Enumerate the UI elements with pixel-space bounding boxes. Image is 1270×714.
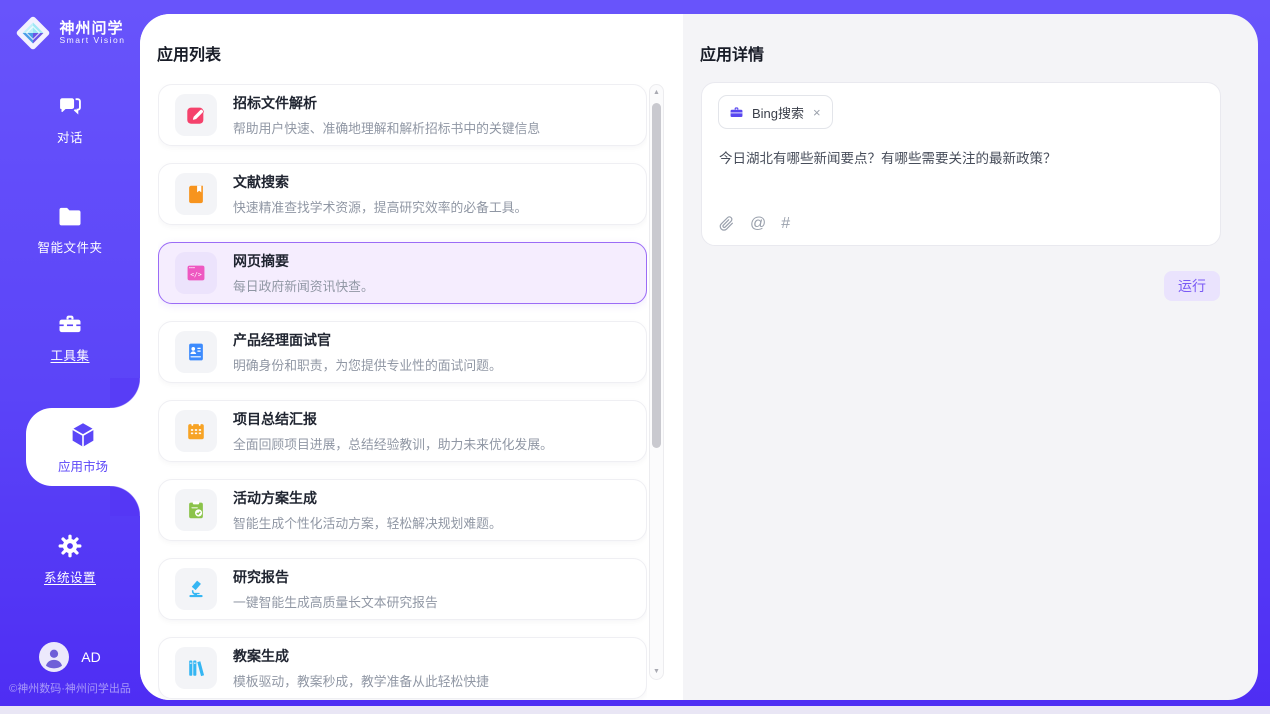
chat-icon	[56, 92, 84, 120]
app-list-title: 应用列表	[157, 41, 221, 65]
book-icon	[175, 173, 217, 215]
run-button[interactable]: 运行	[1164, 271, 1220, 301]
app-list-panel: 应用列表 招标文件解析 帮助用户快速、准确地理解和解析招标书中的关键信息	[140, 14, 683, 700]
resume-icon	[175, 331, 217, 373]
list-scrollbar[interactable]: ▲ ▼	[649, 84, 664, 680]
tool-chip-bing-search[interactable]: Bing搜索 ×	[718, 95, 833, 129]
sidebar-nav: 对话 智能文件夹 工	[0, 52, 140, 642]
mention-at-icon[interactable]: @	[750, 216, 766, 232]
app-card-name: 网页摘要	[233, 251, 374, 271]
clipboard-check-icon	[175, 489, 217, 531]
app-card-pm-interviewer[interactable]: 产品经理面试官 明确身份和职责，为您提供专业性的面试问题。	[158, 321, 647, 383]
app-card-desc: 每日政府新闻资讯快查。	[233, 276, 374, 295]
hash-icon[interactable]: #	[781, 216, 790, 232]
folder-icon	[56, 202, 84, 230]
app-card-name: 招标文件解析	[233, 93, 540, 113]
app-card-desc: 智能生成个性化活动方案，轻松解决规划难题。	[233, 513, 502, 532]
sidebar-item-label: 系统设置	[44, 567, 96, 586]
app-card-desc: 快速精准查找学术资源，提高研究效率的必备工具。	[233, 197, 527, 216]
sidebar: 神州问学 Smart Vision 对话 智能文件夹	[0, 0, 140, 706]
copyright-text: ©神州数码·神州问学出品	[9, 680, 131, 696]
app-card-web-summary-selected[interactable]: </> 网页摘要 每日政府新闻资讯快查。	[158, 242, 647, 304]
svg-text:</>: </>	[190, 270, 202, 278]
app-card-literature-search[interactable]: 文献搜索 快速精准查找学术资源，提高研究效率的必备工具。	[158, 163, 647, 225]
query-text-input[interactable]: 今日湖北有哪些新闻要点？有哪些需要关注的最新政策？	[719, 149, 1204, 169]
gear-icon	[56, 532, 84, 560]
sidebar-item-label: 智能文件夹	[37, 237, 102, 256]
close-icon[interactable]: ×	[812, 106, 822, 119]
scrollbar-thumb[interactable]	[652, 103, 661, 448]
content-container: 应用列表 招标文件解析 帮助用户快速、准确地理解和解析招标书中的关键信息	[140, 14, 1258, 700]
app-card-desc: 模板驱动，教案秒成，教学准备从此轻松快捷	[233, 671, 489, 690]
app-card-list: 招标文件解析 帮助用户快速、准确地理解和解析招标书中的关键信息 文献搜索 快速精…	[158, 84, 647, 700]
sidebar-item-settings[interactable]: 系统设置	[44, 532, 96, 586]
sidebar-item-smart-folder[interactable]: 智能文件夹	[37, 202, 102, 256]
avatar	[39, 642, 69, 672]
scroll-up-icon[interactable]: ▲	[650, 89, 663, 96]
bottom-edge-strip	[0, 706, 1270, 714]
edit-square-icon	[175, 94, 217, 136]
app-card-desc: 一键智能生成高质量长文本研究报告	[233, 592, 438, 611]
tool-chip-label: Bing搜索	[752, 103, 804, 122]
prompt-input-card: Bing搜索 × 今日湖北有哪些新闻要点？有哪些需要关注的最新政策？ @ #	[701, 82, 1221, 246]
app-detail-title: 应用详情	[700, 41, 764, 65]
app-card-name: 产品经理面试官	[233, 330, 502, 350]
app-card-project-summary[interactable]: 项目总结汇报 全面回顾项目进展，总结经验教训，助力未来优化发展。	[158, 400, 647, 462]
app-card-desc: 明确身份和职责，为您提供专业性的面试问题。	[233, 355, 502, 374]
input-toolbar: @ #	[718, 215, 790, 232]
app-card-event-plan[interactable]: 活动方案生成 智能生成个性化活动方案，轻松解决规划难题。	[158, 479, 647, 541]
app-card-desc: 帮助用户快速、准确地理解和解析招标书中的关键信息	[233, 118, 540, 137]
app-card-research-report[interactable]: 研究报告 一键智能生成高质量长文本研究报告	[158, 558, 647, 620]
cube-icon	[68, 420, 98, 450]
app-card-lesson-plan[interactable]: 教案生成 模板驱动，教案秒成，教学准备从此轻松快捷	[158, 637, 647, 699]
scroll-down-icon[interactable]: ▼	[650, 668, 663, 675]
app-card-name: 教案生成	[233, 646, 489, 666]
app-card-desc: 全面回顾项目进展，总结经验教训，助力未来优化发展。	[233, 434, 553, 453]
paperclip-icon[interactable]	[718, 215, 735, 232]
app-card-name: 文献搜索	[233, 172, 527, 192]
briefcase-icon	[729, 105, 744, 120]
app-card-name: 研究报告	[233, 567, 438, 587]
app-card-name: 项目总结汇报	[233, 409, 553, 429]
sidebar-item-chat[interactable]: 对话	[56, 92, 84, 146]
brand-subtitle: Smart Vision	[59, 36, 125, 45]
sidebar-item-label: 对话	[57, 127, 83, 146]
toolbox-icon	[56, 310, 84, 338]
calendar-icon	[175, 410, 217, 452]
browser-code-icon: </>	[175, 252, 217, 294]
gem-logo-icon	[14, 14, 52, 52]
user-initials: AD	[81, 649, 100, 665]
brand-logo: 神州问学 Smart Vision	[0, 14, 140, 52]
books-icon	[175, 647, 217, 689]
app-card-bid-parse[interactable]: 招标文件解析 帮助用户快速、准确地理解和解析招标书中的关键信息	[158, 84, 647, 146]
sidebar-item-toolset[interactable]: 工具集	[50, 310, 89, 364]
sidebar-item-app-market-active[interactable]: 应用市场	[26, 408, 140, 486]
microscope-icon	[175, 568, 217, 610]
brand-name: 神州问学	[59, 21, 125, 37]
sidebar-item-label: 工具集	[50, 345, 89, 364]
user-account[interactable]: AD	[39, 642, 100, 672]
app-card-name: 活动方案生成	[233, 488, 502, 508]
sidebar-item-label: 应用市场	[58, 456, 108, 475]
app-detail-panel: 应用详情 Bing搜索 × 今日湖北有哪些新闻要点？有哪些需要关注的最新政策？	[683, 14, 1258, 700]
